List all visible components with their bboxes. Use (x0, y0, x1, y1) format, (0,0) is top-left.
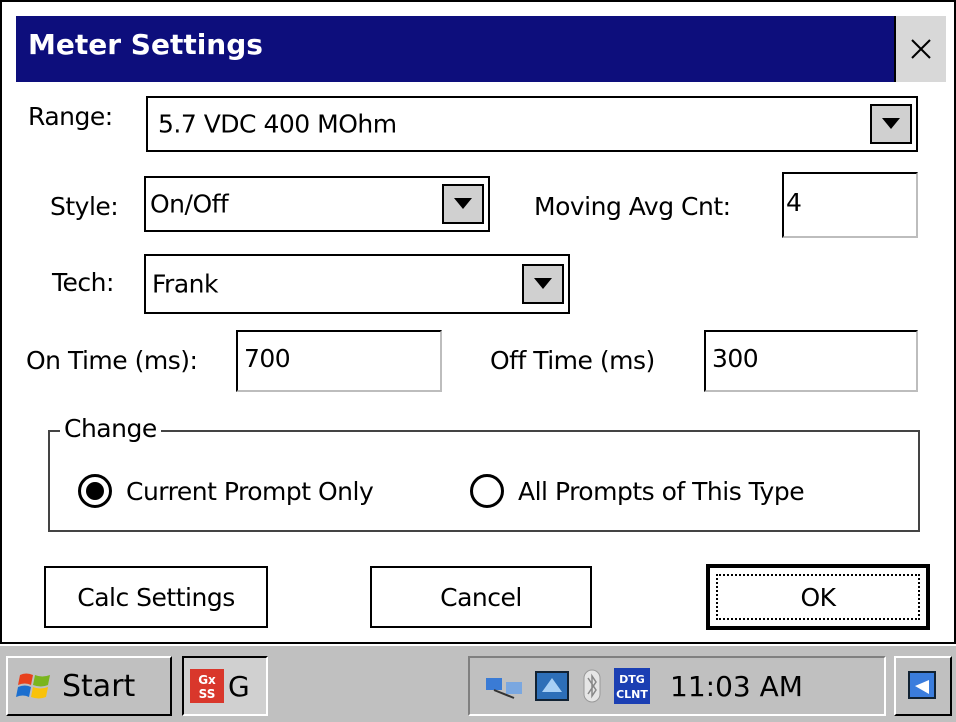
radio-all-prompts-label: All Prompts of This Type (518, 476, 805, 506)
style-select[interactable]: On/Off (144, 176, 490, 232)
svg-text:SS: SS (199, 687, 216, 701)
svg-text:Gx: Gx (198, 673, 216, 687)
on-time-field[interactable]: 700 (236, 330, 442, 392)
system-tray: DTG CLNT 11:03 AM (468, 656, 886, 716)
desktop-button[interactable] (894, 656, 952, 716)
style-dropdown-button[interactable] (442, 184, 484, 224)
start-label: Start (62, 668, 136, 704)
window-title: Meter Settings (28, 28, 263, 61)
range-select[interactable]: 5.7 VDC 400 MOhm (146, 96, 918, 152)
off-time-field[interactable]: 300 (704, 330, 918, 392)
sync-icon[interactable] (534, 668, 570, 704)
bluetooth-icon[interactable] (580, 668, 604, 704)
tech-select[interactable]: Frank (144, 254, 570, 314)
chevron-down-icon (454, 198, 472, 209)
radio-unselected-icon (470, 474, 504, 508)
range-value: 5.7 VDC 400 MOhm (158, 109, 397, 139)
tech-dropdown-button[interactable] (522, 264, 564, 304)
title-bar: Meter Settings (16, 16, 946, 82)
range-dropdown-button[interactable] (870, 104, 912, 144)
start-button[interactable]: Start (6, 656, 172, 716)
clock[interactable]: 11:03 AM (670, 670, 803, 703)
cancel-button[interactable]: Cancel (370, 566, 592, 628)
gx-ss-app-icon: Gx SS (190, 669, 224, 703)
style-value: On/Off (150, 189, 229, 219)
ok-button[interactable]: OK (706, 564, 930, 630)
taskbar-app-label: G (228, 669, 250, 703)
radio-current-prompt-only[interactable]: Current Prompt Only (78, 474, 374, 508)
taskbar-app-button[interactable]: Gx SS G (182, 656, 268, 716)
range-label: Range: (28, 102, 113, 131)
style-label: Style: (50, 192, 119, 221)
close-icon (911, 39, 931, 59)
close-button[interactable] (894, 16, 946, 82)
chevron-down-icon (882, 118, 900, 129)
svg-text:DTG: DTG (619, 673, 645, 686)
network-icon[interactable] (484, 668, 524, 704)
taskbar: Start Gx SS G DTG CLNT 11:03 AM (0, 644, 956, 722)
radio-current-prompt-label: Current Prompt Only (126, 476, 374, 506)
chevron-down-icon (534, 278, 552, 289)
tech-label: Tech: (52, 268, 114, 297)
focus-rectangle (716, 574, 920, 620)
tech-value: Frank (152, 269, 218, 299)
moving-avg-label: Moving Avg Cnt: (534, 192, 731, 221)
calc-settings-button[interactable]: Calc Settings (44, 566, 268, 628)
on-time-value: 700 (244, 344, 291, 373)
radio-all-prompts[interactable]: All Prompts of This Type (470, 474, 805, 508)
off-time-value: 300 (712, 344, 759, 373)
dtg-client-icon[interactable]: DTG CLNT (614, 668, 650, 704)
moving-avg-value: 4 (786, 188, 802, 217)
change-group-label: Change (60, 414, 161, 443)
on-time-label: On Time (ms): (26, 346, 198, 375)
moving-avg-field[interactable]: 4 (782, 172, 918, 238)
off-time-label: Off Time (ms) (490, 346, 655, 375)
desktop-icon (908, 671, 936, 699)
windows-flag-icon (16, 673, 50, 699)
radio-selected-icon (78, 474, 112, 508)
svg-text:CLNT: CLNT (616, 688, 648, 701)
